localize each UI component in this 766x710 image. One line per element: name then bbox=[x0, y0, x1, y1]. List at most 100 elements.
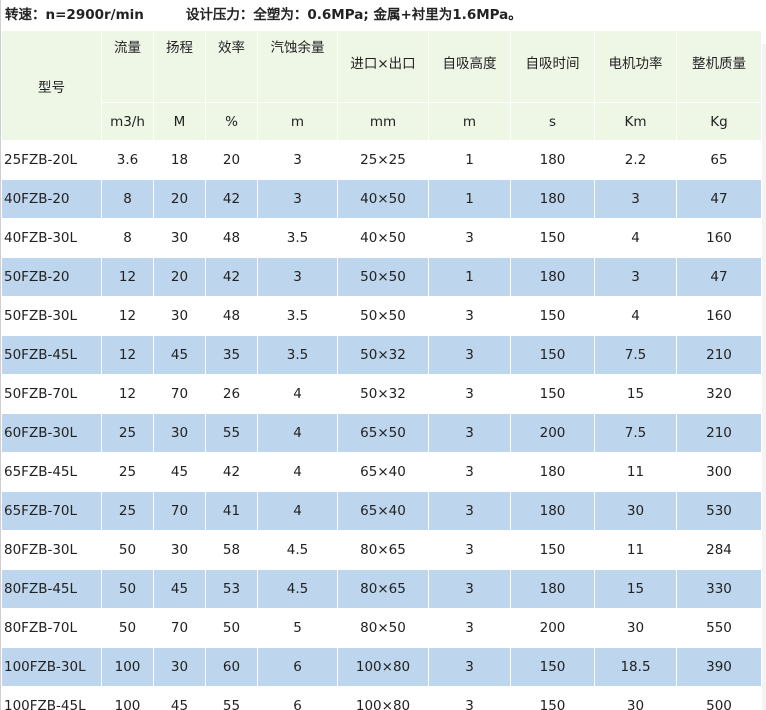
column-header-4: 进口×出口 bbox=[337, 30, 429, 103]
table-cell: 150 bbox=[510, 296, 595, 336]
table-cell: 150 bbox=[510, 647, 595, 687]
table-cell: 35 bbox=[205, 335, 258, 375]
table-cell: 50×32 bbox=[337, 335, 429, 375]
table-cell: 180 bbox=[510, 140, 595, 180]
table-cell: 50 bbox=[101, 530, 154, 570]
table-row: 100FZB-45L 100 45 55 6 100×80 3 150 30 500 bbox=[1, 686, 762, 710]
column-header-7: 电机功率 bbox=[594, 30, 677, 103]
table-cell: 3 bbox=[428, 647, 511, 687]
header-row-names: 型号 流量 扬程 效率 汽蚀余量 进口×出口 自吸高度 自吸时间 电机功率 整机质量 bbox=[1, 30, 762, 141]
spec-line: 转速：n=2900r/min 设计压力：全塑为：0.6MPa; 金属+衬里为1.6… bbox=[1, 0, 766, 30]
column-header-2: 效率 bbox=[205, 30, 258, 103]
column-unit-1: M bbox=[153, 102, 206, 141]
column-unit-7: Km bbox=[594, 102, 677, 141]
table-cell: 180 bbox=[510, 179, 595, 219]
table-cell: 284 bbox=[676, 530, 762, 570]
table-cell: 4 bbox=[257, 452, 338, 492]
table-cell: 26 bbox=[205, 374, 258, 414]
table-cell: 180 bbox=[510, 491, 595, 531]
table-cell: 3 bbox=[428, 530, 511, 570]
column-unit-2: % bbox=[205, 102, 258, 141]
table-cell: 3.5 bbox=[257, 296, 338, 336]
header-row-units: m3/h M% m mm m s Km Kg bbox=[2, 102, 762, 141]
table-cell: 3 bbox=[428, 296, 511, 336]
model-cell: 80FZB-30L bbox=[1, 530, 102, 570]
table-cell: 45 bbox=[153, 569, 206, 609]
column-unit-6: s bbox=[510, 102, 595, 141]
table-cell: 4 bbox=[594, 218, 677, 258]
table-cell: 50 bbox=[205, 608, 258, 648]
table-cell: 4 bbox=[257, 413, 338, 453]
table-cell: 6 bbox=[257, 686, 338, 710]
table-cell: 55 bbox=[205, 413, 258, 453]
table-row: 50FZB-30L 12 30 48 3.5 50×50 3 150 4 160 bbox=[1, 296, 762, 336]
model-header: 型号 bbox=[1, 30, 102, 141]
table-cell: 100×80 bbox=[337, 647, 429, 687]
table-cell: 30 bbox=[153, 296, 206, 336]
table-cell: 40×50 bbox=[337, 179, 429, 219]
model-cell: 50FZB-70L bbox=[1, 374, 102, 414]
table-cell: 55 bbox=[205, 686, 258, 710]
column-unit-4: mm bbox=[337, 102, 429, 141]
table-cell: 30 bbox=[594, 686, 677, 710]
table-cell: 3 bbox=[257, 257, 338, 297]
table-cell: 3 bbox=[428, 452, 511, 492]
model-cell: 100FZB-30L bbox=[1, 647, 102, 687]
table-cell: 12 bbox=[101, 257, 154, 297]
table-cell: 42 bbox=[205, 179, 258, 219]
table-cell: 60 bbox=[205, 647, 258, 687]
model-cell: 50FZB-45L bbox=[1, 335, 102, 375]
table-cell: 30 bbox=[153, 530, 206, 570]
column-unit-0: m3/h bbox=[101, 102, 154, 141]
table-cell: 42 bbox=[205, 257, 258, 297]
model-cell: 65FZB-70L bbox=[1, 491, 102, 531]
table-cell: 65×50 bbox=[337, 413, 429, 453]
table-cell: 180 bbox=[510, 257, 595, 297]
table-cell: 25 bbox=[101, 491, 154, 531]
table-row: 60FZB-30L 25 30 55 4 65×50 3 200 7.5 210 bbox=[1, 413, 762, 453]
table-cell: 30 bbox=[153, 218, 206, 258]
table-cell: 20 bbox=[153, 257, 206, 297]
table-cell: 3.5 bbox=[257, 335, 338, 375]
table-cell: 4 bbox=[257, 374, 338, 414]
scroll-edge bbox=[762, 44, 766, 710]
column-unit-8: Kg bbox=[676, 102, 762, 141]
table-cell: 200 bbox=[510, 608, 595, 648]
table-cell: 80×50 bbox=[337, 608, 429, 648]
table-cell: 300 bbox=[676, 452, 762, 492]
table-cell: 65×40 bbox=[337, 491, 429, 531]
table-cell: 47 bbox=[676, 179, 762, 219]
table-cell: 15 bbox=[594, 569, 677, 609]
table-cell: 20 bbox=[153, 179, 206, 219]
table-cell: 25 bbox=[101, 452, 154, 492]
table-cell: 530 bbox=[676, 491, 762, 531]
column-unit-5: m bbox=[428, 102, 511, 141]
table-cell: 210 bbox=[676, 335, 762, 375]
table-cell: 25 bbox=[101, 413, 154, 453]
table-cell: 550 bbox=[676, 608, 762, 648]
model-cell: 60FZB-30L bbox=[1, 413, 102, 453]
table-cell: 15 bbox=[594, 374, 677, 414]
table-cell: 30 bbox=[153, 413, 206, 453]
table-cell: 3 bbox=[428, 686, 511, 710]
table-cell: 3 bbox=[257, 179, 338, 219]
table-cell: 50×50 bbox=[337, 296, 429, 336]
pump-spec-table: 型号 流量 扬程 效率 汽蚀余量 进口×出口 自吸高度 自吸时间 电机功率 整机质量 m3/h M… bbox=[1, 30, 762, 710]
table-cell: 3 bbox=[257, 140, 338, 180]
table-row: 65FZB-45L 25 45 42 4 65×40 3 180 11 300 bbox=[1, 452, 762, 492]
column-header-1: 扬程 bbox=[153, 30, 206, 103]
table-cell: 42 bbox=[205, 452, 258, 492]
table-cell: 3 bbox=[428, 413, 511, 453]
table-cell: 50 bbox=[101, 569, 154, 609]
table-cell: 40×50 bbox=[337, 218, 429, 258]
table-cell: 12 bbox=[101, 374, 154, 414]
table-cell: 200 bbox=[510, 413, 595, 453]
table-cell: 30 bbox=[153, 647, 206, 687]
table-cell: 65 bbox=[676, 140, 762, 180]
model-cell: 50FZB-20 bbox=[1, 257, 102, 297]
table-cell: 45 bbox=[153, 335, 206, 375]
table-cell: 8 bbox=[101, 218, 154, 258]
table-cell: 150 bbox=[510, 374, 595, 414]
table-cell: 3 bbox=[428, 335, 511, 375]
model-cell: 80FZB-45L bbox=[1, 569, 102, 609]
